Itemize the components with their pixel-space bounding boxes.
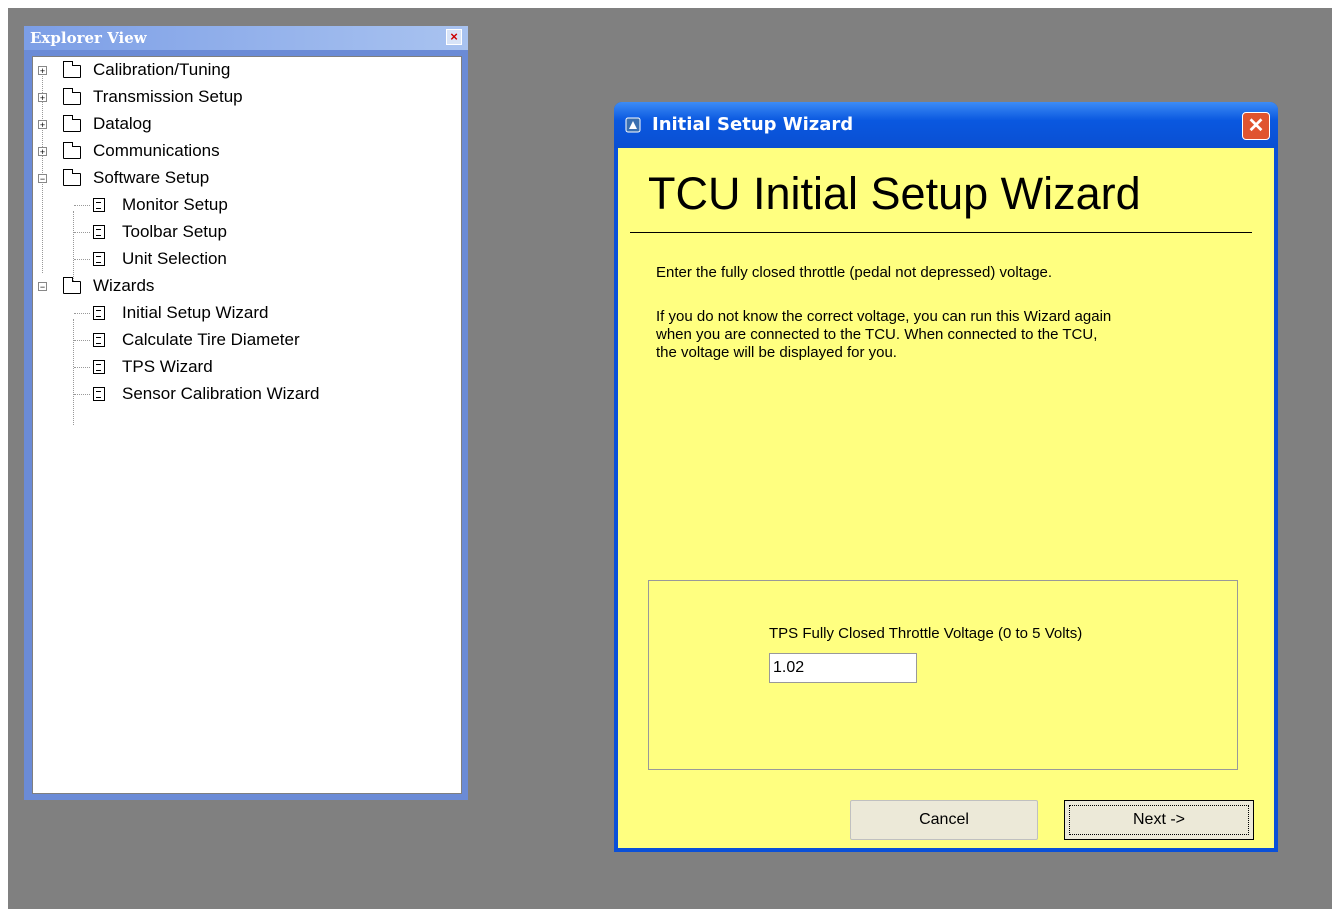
collapse-icon[interactable]: − [38, 282, 47, 292]
folder-icon [62, 115, 81, 132]
expand-icon[interactable]: + [38, 147, 47, 157]
focus-ring [1069, 805, 1249, 835]
tree-line [74, 394, 90, 395]
wizard-titlebar[interactable]: Initial Setup Wizard ✕ [614, 102, 1278, 148]
open-folder-icon [62, 277, 81, 294]
folder-icon [62, 61, 81, 78]
tree-item-label: Datalog [93, 114, 152, 133]
tree-line [74, 340, 90, 341]
tree-line [74, 232, 90, 233]
app-icon [625, 117, 641, 133]
tree-item-label: Calibration/Tuning [93, 60, 231, 79]
close-icon[interactable]: × [446, 29, 462, 45]
cancel-button[interactable]: Cancel [850, 800, 1038, 840]
collapse-icon[interactable]: − [38, 174, 47, 184]
expand-icon[interactable]: + [38, 66, 47, 76]
folder-icon [62, 88, 81, 105]
document-icon [93, 387, 105, 401]
folder-icon [62, 142, 81, 159]
expand-icon[interactable]: + [38, 120, 47, 130]
voltage-input[interactable] [769, 653, 917, 683]
explorer-panel: Explorer View × + Calibration/Tuning + T… [24, 26, 468, 800]
explorer-tree[interactable]: + Calibration/Tuning + Transmission Setu… [32, 56, 462, 794]
wizard-window-title: Initial Setup Wizard [652, 114, 854, 135]
tree-item-label: Communications [93, 141, 220, 160]
voltage-group-box: TPS Fully Closed Throttle Voltage (0 to … [648, 580, 1238, 770]
document-icon [93, 360, 105, 374]
tree-item-label: Monitor Setup [122, 195, 228, 214]
tree-line [74, 367, 90, 368]
tree-line [74, 313, 90, 314]
wizard-dialog: Initial Setup Wizard ✕ TCU Initial Setup… [614, 102, 1278, 852]
wizard-body: TCU Initial Setup Wizard Enter the fully… [618, 148, 1274, 848]
wizard-heading: TCU Initial Setup Wizard [648, 168, 1141, 219]
tree-line [73, 319, 74, 425]
tree-line [73, 211, 74, 289]
document-icon [93, 225, 105, 239]
document-icon [93, 306, 105, 320]
close-icon[interactable]: ✕ [1242, 112, 1270, 140]
tree-line [74, 205, 90, 206]
heading-divider [630, 232, 1252, 233]
tree-line [74, 259, 90, 260]
tree-item-label: Software Setup [93, 168, 210, 187]
instruction-text: Enter the fully closed throttle (pedal n… [656, 264, 1053, 281]
tree-item-label: Initial Setup Wizard [122, 303, 269, 322]
tree-item-label: Calculate Tire Diameter [122, 330, 300, 349]
document-icon [93, 333, 105, 347]
tree-item-label: TPS Wizard [122, 357, 213, 376]
open-folder-icon [62, 169, 81, 186]
tree-item-label: Wizards [93, 276, 155, 295]
tree-item-label: Unit Selection [122, 249, 227, 268]
next-button[interactable]: Next -> [1064, 800, 1254, 840]
note-text: If you do not know the correct voltage, … [656, 308, 1112, 361]
tree-item-label: Transmission Setup [93, 87, 243, 106]
voltage-field-label: TPS Fully Closed Throttle Voltage (0 to … [769, 625, 1083, 642]
tree-item-label: Sensor Calibration Wizard [122, 384, 320, 403]
document-icon [93, 252, 105, 266]
explorer-title: Explorer View [24, 26, 468, 50]
expand-icon[interactable]: + [38, 93, 47, 103]
document-icon [93, 198, 105, 212]
tree-item-label: Toolbar Setup [122, 222, 227, 241]
